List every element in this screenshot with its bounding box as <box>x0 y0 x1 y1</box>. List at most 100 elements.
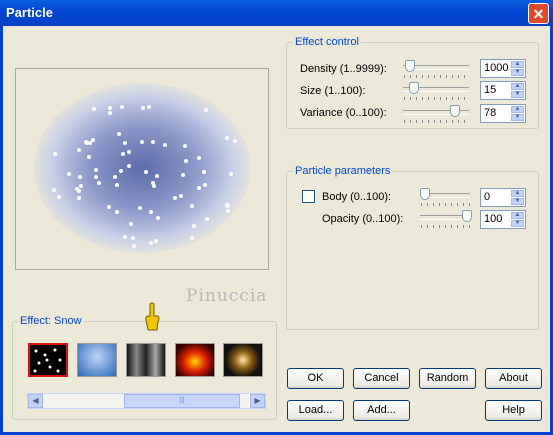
density-spinbox[interactable]: 1000 ▲ ▼ <box>480 59 526 78</box>
size-slider[interactable] <box>409 82 419 94</box>
variance-slider[interactable] <box>450 105 460 117</box>
size-value: 15 <box>484 84 497 96</box>
density-slider[interactable] <box>405 60 415 72</box>
snowflake <box>180 172 185 177</box>
body-value: 0 <box>484 191 491 203</box>
pointer-hand-icon <box>145 302 160 331</box>
snowflake <box>137 205 142 210</box>
snowflake <box>87 154 91 159</box>
body-label: Body (0..100): <box>322 191 392 203</box>
snowflake <box>114 182 119 187</box>
body-spinbox[interactable]: 0 ▲ ▼ <box>480 188 526 207</box>
effect-select-title: Effect: Snow <box>18 315 84 327</box>
spin-down-icon[interactable]: ▼ <box>511 198 524 205</box>
snowflake <box>154 173 159 178</box>
snowflake <box>143 170 148 175</box>
snowflake <box>131 243 136 248</box>
snowflake <box>67 171 72 176</box>
spin-down-icon[interactable]: ▼ <box>511 69 524 76</box>
size-spinbox[interactable]: 15 ▲ ▼ <box>480 81 526 100</box>
snowflake <box>121 151 126 156</box>
about-button[interactable]: About <box>485 368 542 389</box>
snowflake <box>119 105 124 110</box>
snowflake <box>146 105 151 110</box>
window-title: Particle <box>6 5 53 20</box>
snowflake <box>123 140 128 145</box>
particle-parameters-title: Particle parameters <box>293 165 393 177</box>
close-button[interactable]: ✕ <box>528 3 549 24</box>
spin-up-icon[interactable]: ▲ <box>511 106 524 113</box>
watermark-text: Pinuccia <box>186 286 268 306</box>
snowflake <box>178 193 183 198</box>
density-value: 1000 <box>484 62 509 74</box>
snowflake <box>126 149 131 154</box>
snowflake <box>148 241 153 246</box>
snowflake <box>53 151 58 156</box>
snowflake <box>119 168 124 173</box>
effect-control-title: Effect control <box>293 36 361 48</box>
snowflake <box>106 205 111 210</box>
snowflake <box>196 155 201 160</box>
snow-thumb-icon <box>33 348 62 373</box>
help-button[interactable]: Help <box>485 400 542 421</box>
snowflake <box>173 195 178 200</box>
body-slider[interactable] <box>420 188 430 200</box>
snowflake <box>93 168 98 173</box>
spin-down-icon[interactable]: ▼ <box>511 220 524 227</box>
snowflake <box>52 187 57 192</box>
snowflake <box>189 235 194 240</box>
title-bar: Particle ✕ <box>0 0 553 26</box>
scroll-right-icon[interactable]: ▶ <box>250 394 265 408</box>
snowflake <box>77 147 82 152</box>
snowflake <box>57 194 62 199</box>
spin-up-icon[interactable]: ▲ <box>511 212 524 219</box>
snowflake <box>117 131 122 136</box>
size-label: Size (1..100): <box>300 85 366 97</box>
spin-up-icon[interactable]: ▲ <box>511 83 524 90</box>
preview-panel <box>15 68 269 270</box>
snowflake <box>182 143 187 148</box>
snowflake <box>92 106 97 111</box>
spin-up-icon[interactable]: ▲ <box>511 190 524 197</box>
snowflake <box>183 158 188 163</box>
variance-value: 78 <box>484 107 497 119</box>
effect-scrollbar[interactable]: ◀ ||| ▶ <box>27 393 266 409</box>
density-label: Density (1..9999): <box>300 63 387 75</box>
snowflake <box>129 221 134 226</box>
snowflake <box>228 171 233 176</box>
snowflake <box>225 135 230 140</box>
random-button[interactable]: Random <box>419 368 476 389</box>
ok-button[interactable]: OK <box>287 368 344 389</box>
scroll-thumb[interactable]: ||| <box>124 394 240 408</box>
snowflake <box>155 215 160 220</box>
variance-label: Variance (0..100): <box>300 107 387 119</box>
load-button[interactable]: Load... <box>287 400 344 421</box>
snowflake <box>83 140 88 145</box>
effect-thumb-snow[interactable] <box>28 343 68 377</box>
scroll-left-icon[interactable]: ◀ <box>28 394 43 408</box>
snowflake <box>153 238 158 243</box>
effect-thumb-sky[interactable] <box>77 343 117 377</box>
opacity-label: Opacity (0..100): <box>322 213 404 225</box>
snowflake <box>140 105 145 110</box>
snowflake <box>76 188 81 193</box>
opacity-value: 100 <box>484 213 503 225</box>
add-button[interactable]: Add... <box>353 400 410 421</box>
opacity-slider[interactable] <box>462 210 472 222</box>
spin-down-icon[interactable]: ▼ <box>511 114 524 121</box>
body-checkbox[interactable] <box>302 190 315 203</box>
variance-spinbox[interactable]: 78 ▲ ▼ <box>480 104 526 123</box>
snowflake <box>148 210 153 215</box>
spin-up-icon[interactable]: ▲ <box>511 61 524 68</box>
snowflake <box>96 180 101 185</box>
effect-thumb-sparkle[interactable] <box>223 343 263 377</box>
effect-thumb-smoke[interactable] <box>126 343 166 377</box>
cancel-button[interactable]: Cancel <box>353 368 410 389</box>
close-icon: ✕ <box>532 6 545 22</box>
snowflake <box>78 183 83 188</box>
snowflake <box>130 235 135 240</box>
opacity-spinbox[interactable]: 100 ▲ ▼ <box>480 210 526 229</box>
spin-down-icon[interactable]: ▼ <box>511 91 524 98</box>
snowflake <box>201 170 206 175</box>
effect-thumb-fire[interactable] <box>175 343 215 377</box>
